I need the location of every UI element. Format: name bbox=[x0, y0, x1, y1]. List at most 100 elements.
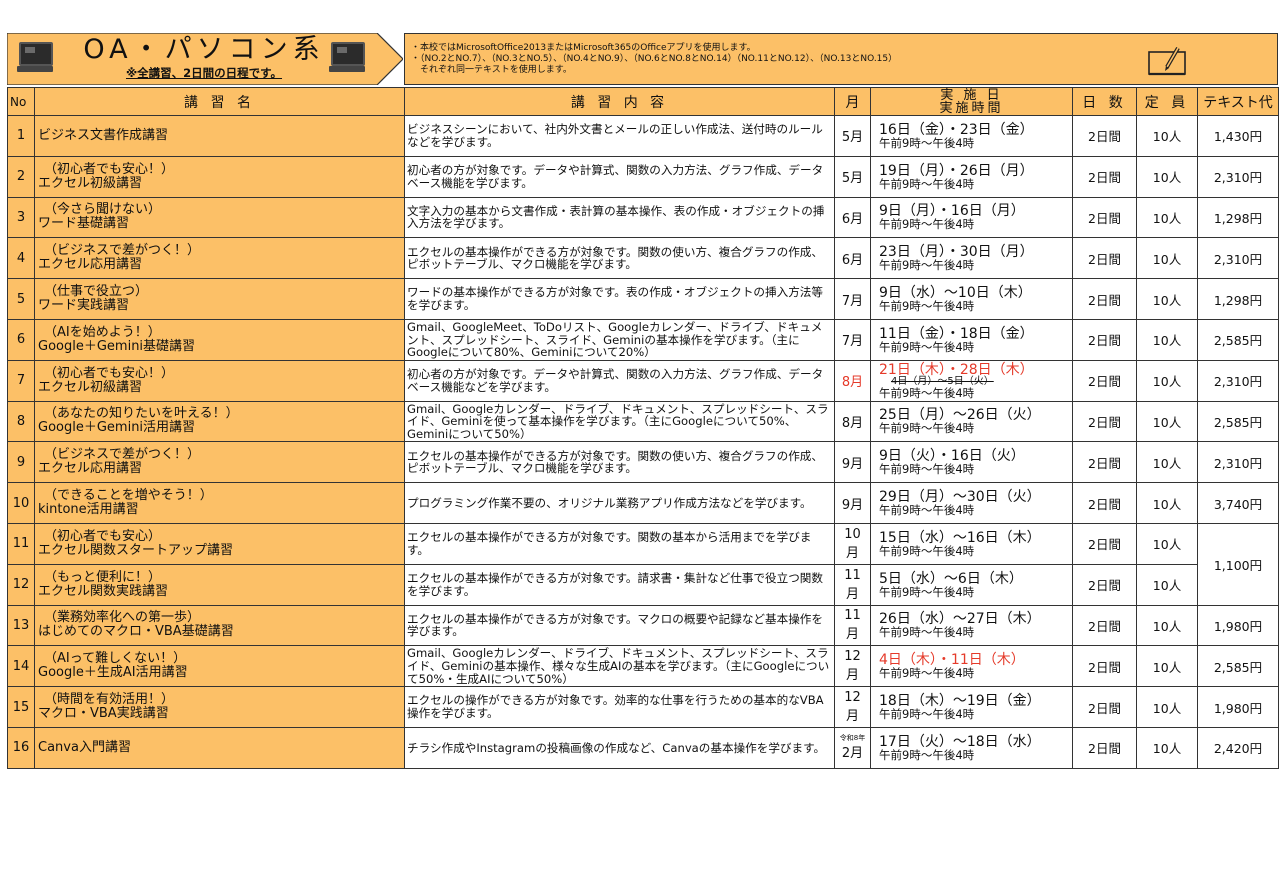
course-month: 5月 bbox=[834, 155, 871, 198]
table-row: 9 （ビジネスで差がつく！） エクセル応用講習 エクセルの基本操作ができる方が対象です… bbox=[7, 441, 1279, 484]
text-fee: 2,585円 bbox=[1197, 318, 1279, 361]
course-name-title: エクセル応用講習 bbox=[38, 461, 143, 477]
table-row: 8 （あなたの知りたいを叶える！） Google＋Gemini活用講習 Gmail、G… bbox=[7, 400, 1279, 443]
course-description: Gmail、Googleカレンダー、ドライブ、ドキュメント、スプレッドシート、ス… bbox=[404, 400, 835, 443]
text-fee: 1,980円 bbox=[1197, 604, 1279, 647]
course-description: エクセルの操作ができる方が対象です。効率的な仕事を行うための基本的なVBA操作を… bbox=[404, 686, 835, 728]
course-capacity: 10人 bbox=[1136, 359, 1198, 402]
course-days: 2日間 bbox=[1072, 155, 1137, 198]
row-number: 11 bbox=[7, 522, 35, 565]
course-description: エクセルの基本操作ができる方が対象です。関数の使い方、複合グラフの作成、ピボット… bbox=[404, 441, 835, 484]
course-time: 午前9時～午後4時 bbox=[879, 707, 975, 722]
course-date: 17日（火）～18日（水） bbox=[879, 733, 1041, 750]
table-row: 1 ビジネス文書作成講習 ビジネスシーンにおいて、社内外文書とメールの正しい作成法、… bbox=[7, 115, 1279, 157]
course-name-title: はじめてのマクロ・VBA基礎講習 bbox=[38, 624, 234, 640]
course-table: No 講 習 名 講 習 内 容 月 実 施 日 実施時間 日 数 定 員 テキ… bbox=[7, 87, 1279, 769]
header-capacity: 定 員 bbox=[1136, 87, 1198, 116]
course-month: 8月 bbox=[834, 400, 871, 443]
row-number: 3 bbox=[7, 196, 35, 239]
course-days: 2日間 bbox=[1072, 278, 1137, 320]
course-description: チラシ作成やInstagramの投稿画像の作成など、Canvaの基本操作を学びま… bbox=[404, 726, 835, 769]
course-time: 午前9時～午後4時 bbox=[879, 625, 975, 640]
course-date: 4日（木）・11日（木） bbox=[879, 652, 1025, 669]
header-month: 月 bbox=[834, 87, 871, 116]
course-month: 9月 bbox=[834, 441, 871, 484]
course-days: 2日間 bbox=[1072, 522, 1137, 565]
text-fee: 2,585円 bbox=[1197, 400, 1279, 443]
table-row: 6 （AIを始めよう！） Google＋Gemini基礎講習 Gmail、Google… bbox=[7, 318, 1279, 361]
course-days: 2日間 bbox=[1072, 400, 1137, 443]
notebook-pencil-icon bbox=[1148, 46, 1186, 76]
course-description: 初心者の方が対象です。データや計算式、関数の入力方法、グラフ作成、データベース機… bbox=[404, 155, 835, 198]
text-fee: 1,298円 bbox=[1197, 278, 1279, 320]
table-body: 1 ビジネス文書作成講習 ビジネスシーンにおいて、社内外文書とメールの正しい作成法、… bbox=[7, 115, 1279, 769]
row-number: 10 bbox=[7, 482, 35, 524]
course-days: 2日間 bbox=[1072, 196, 1137, 239]
course-name-tagline: （もっと便利に！） bbox=[44, 569, 162, 585]
header-course-name: 講 習 名 bbox=[34, 87, 405, 116]
course-capacity: 10人 bbox=[1136, 563, 1198, 606]
course-capacity: 10人 bbox=[1136, 278, 1198, 320]
table-row: 15 （時間を有効活用！） マクロ・VBA実践講習 エクセルの操作ができる方が対象です… bbox=[7, 686, 1279, 728]
course-month: 11月 bbox=[834, 563, 871, 606]
course-name: （業務効率化への第一歩） はじめてのマクロ・VBA基礎講習 bbox=[34, 604, 405, 647]
course-description: プログラミング作業不要の、オリジナル業務アプリ作成方法などを学びます。 bbox=[404, 482, 835, 524]
row-number: 9 bbox=[7, 441, 35, 484]
course-capacity: 10人 bbox=[1136, 482, 1198, 524]
table-row: 14 （AIって難しくない！） Google＋生成AI活用講習 Gmail、Googl… bbox=[7, 645, 1279, 688]
course-name-tagline: （時間を有効活用！） bbox=[44, 692, 175, 708]
course-name-title: エクセル応用講習 bbox=[38, 257, 143, 273]
course-name-title: ワード実践講習 bbox=[38, 298, 130, 314]
table-row: 4 （ビジネスで差がつく！） エクセル応用講習 エクセルの基本操作ができる方が対象です… bbox=[7, 237, 1279, 280]
course-time: 午前9時～午後4時 bbox=[879, 543, 975, 558]
course-name-title: Google＋Gemini活用講習 bbox=[38, 420, 196, 436]
course-date: 25日（月）～26日（火） bbox=[879, 407, 1041, 424]
text-fee: 3,740円 bbox=[1197, 482, 1279, 524]
table-row: 3 （今さら聞けない） ワード基礎講習 文字入力の基本から文書作成・表計算の基本操作、… bbox=[7, 196, 1279, 239]
header-course-content: 講 習 内 容 bbox=[404, 87, 835, 116]
table-header-row: No 講 習 名 講 習 内 容 月 実 施 日 実施時間 日 数 定 員 テキ… bbox=[7, 87, 1279, 116]
course-name: （ビジネスで差がつく！） エクセル応用講習 bbox=[34, 237, 405, 280]
course-name-title: エクセル関数実践講習 bbox=[38, 583, 169, 599]
course-name: （AIを始めよう！） Google＋Gemini基礎講習 bbox=[34, 318, 405, 361]
course-month: 6月 bbox=[834, 196, 871, 239]
course-name: （初心者でも安心！） エクセル初級講習 bbox=[34, 359, 405, 402]
course-name-title: kintone活用講習 bbox=[38, 502, 139, 518]
table-row: 11 （初心者でも安心） エクセル関数スタートアップ講習 エクセルの基本操作ができる方… bbox=[7, 522, 1279, 606]
course-name-title: Google＋Gemini基礎講習 bbox=[38, 338, 196, 354]
course-time: 午前9時～午後4時 bbox=[879, 666, 975, 681]
note-line: ・本校ではMicrosoftOffice2013またはMicrosoft365の… bbox=[411, 43, 756, 53]
row-number: 7 bbox=[7, 359, 35, 402]
course-month: 10月 bbox=[834, 522, 871, 565]
course-capacity: 10人 bbox=[1136, 441, 1198, 484]
course-name-title: Google＋生成AI活用講習 bbox=[38, 665, 188, 681]
course-time: 午前9時～午後4時 bbox=[879, 584, 975, 599]
course-date: 21日（木）・28日（木） bbox=[879, 361, 1034, 378]
course-name-tagline: （初心者でも安心） bbox=[44, 528, 162, 544]
row-number: 8 bbox=[7, 400, 35, 443]
course-days: 2日間 bbox=[1072, 563, 1137, 606]
row-number: 15 bbox=[7, 686, 35, 728]
course-date-cell: 26日（水）～27日（木） 午前9時～午後4時 bbox=[870, 604, 1073, 647]
text-fee: 2,420円 bbox=[1197, 726, 1279, 769]
course-name: （時間を有効活用！） マクロ・VBA実践講習 bbox=[34, 686, 405, 728]
text-fee: 1,298円 bbox=[1197, 196, 1279, 239]
course-time: 午前9時～午後4時 bbox=[879, 421, 975, 436]
course-date: 16日（金）・23日（金） bbox=[879, 121, 1034, 138]
course-date-cell: 17日（火）～18日（水） 午前9時～午後4時 bbox=[870, 726, 1073, 769]
course-name-title: エクセル関数スタートアップ講習 bbox=[38, 542, 234, 558]
course-name: ビジネス文書作成講習 bbox=[34, 115, 405, 157]
course-date: 9日（火）・16日（火） bbox=[879, 448, 1025, 465]
course-name: （できることを増やそう！） kintone活用講習 bbox=[34, 482, 405, 524]
text-fee: 1,980円 bbox=[1197, 686, 1279, 728]
course-name: （ビジネスで差がつく！） エクセル応用講習 bbox=[34, 441, 405, 484]
course-month: 9月 bbox=[834, 482, 871, 524]
table-row: 12 （もっと便利に！） エクセル関数実践講習 エクセルの基本操作ができる方が対象です… bbox=[7, 563, 1279, 606]
course-time: 午前9時～午後4時 bbox=[879, 503, 975, 518]
month-value: 2月 bbox=[841, 746, 864, 762]
course-capacity: 10人 bbox=[1136, 196, 1198, 239]
course-name-tagline: （できることを増やそう！） bbox=[44, 488, 213, 504]
course-date: 9日（水）～10日（木） bbox=[879, 285, 1032, 302]
course-date-cell: 21日（木）・28日（木） 4日（月）～5日（火） 午前9時～午後4時 bbox=[870, 359, 1073, 402]
course-description: ワードの基本操作ができる方が対象です。表の作成・オブジェクトの挿入方法等を学びま… bbox=[404, 278, 835, 320]
